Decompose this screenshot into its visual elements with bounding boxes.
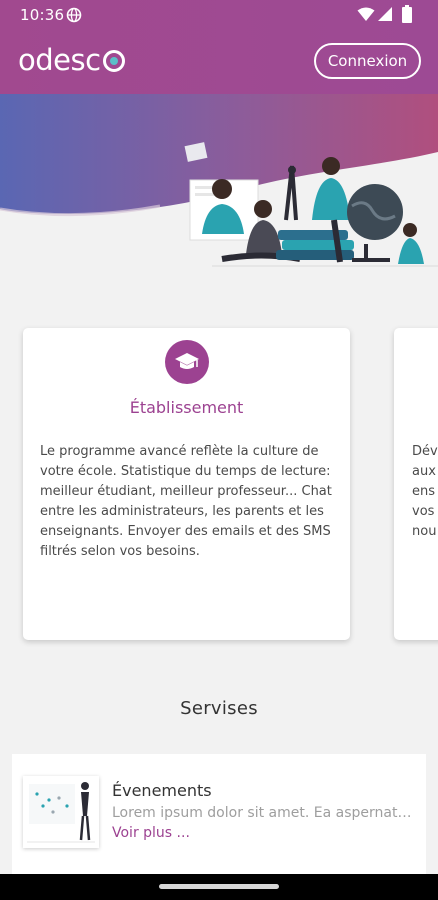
feature-card-next[interactable]: Dév aux ens vos nou	[394, 328, 438, 640]
feature-card-etablissement[interactable]: Établissement Le programme avancé reflèt…	[23, 328, 350, 640]
service-item-evenements[interactable]: Évenements Lorem ipsum dolor sit amet. E…	[12, 754, 426, 874]
logo-text: odesc	[18, 43, 101, 77]
home-gesture-handle[interactable]	[159, 884, 279, 889]
login-button[interactable]: Connexion	[314, 43, 421, 79]
services-section-title: Servises	[180, 698, 258, 719]
app-header: 10:36 odesc Connexion	[0, 0, 438, 94]
battery-icon	[402, 5, 412, 23]
status-bar: 10:36	[0, 0, 438, 30]
screen: 10:36 odesc Connexion Établissement Le p…	[0, 0, 438, 900]
see-more-link[interactable]: Voir plus ...	[112, 825, 190, 841]
odesco-logo[interactable]: odesc	[18, 42, 125, 78]
hero-illustration	[0, 94, 438, 267]
service-title: Évenements	[112, 781, 212, 800]
system-navigation-bar	[0, 874, 438, 900]
feature-card-next-description: Dév aux ens vos nou	[412, 444, 438, 539]
feature-card-title: Établissement	[129, 398, 244, 417]
logo-mark-icon	[102, 50, 125, 72]
service-description: Lorem ipsum dolor sit amet. Ea aspernatu…	[112, 805, 418, 821]
wifi-icon	[357, 7, 375, 21]
graduation-cap-icon	[165, 340, 209, 384]
status-time: 10:36	[20, 6, 65, 24]
globe-icon	[66, 7, 82, 23]
service-thumbnail	[23, 776, 99, 848]
signal-icon	[378, 7, 392, 21]
feature-card-description: Le programme avancé reflète la culture d…	[40, 444, 332, 559]
